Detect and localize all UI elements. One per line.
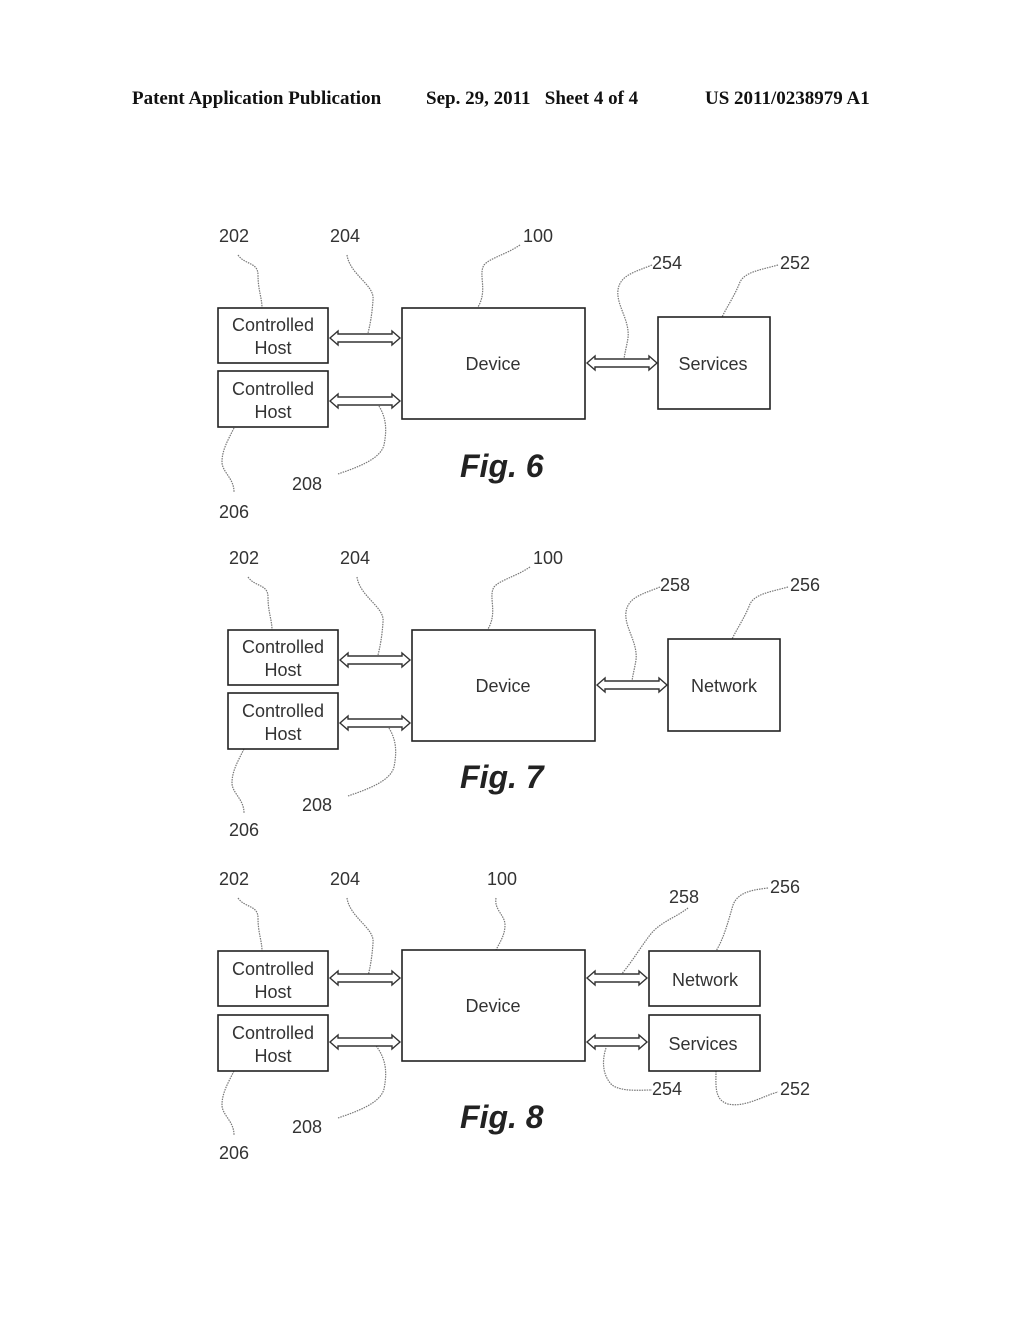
ref-254: 254: [652, 253, 682, 273]
leader-254: [617, 264, 653, 363]
double-arrow-254: [585, 354, 659, 372]
leader-100: [487, 566, 531, 630]
controlled-host-bottom-label-2: Host: [254, 1046, 291, 1066]
ref-204: 204: [330, 226, 360, 246]
leader-256: [731, 586, 789, 640]
controlled-host-top-label-2: Host: [254, 338, 291, 358]
leader-258: [625, 586, 661, 685]
leader-204: [346, 897, 374, 977]
leader-252: [715, 1070, 779, 1106]
device-label: Device: [465, 354, 520, 374]
ref-254: 254: [652, 1079, 682, 1099]
ref-206: 206: [229, 820, 259, 840]
controlled-host-bottom-label-2: Host: [254, 402, 291, 422]
figure-caption: Fig. 8: [460, 1099, 544, 1135]
ref-202: 202: [219, 226, 249, 246]
ref-100: 100: [523, 226, 553, 246]
ref-204: 204: [340, 548, 370, 568]
figure-7: Controlled Host Controlled Host Device N…: [227, 548, 820, 840]
controlled-host-top-label-2: Host: [254, 982, 291, 1002]
ref-202: 202: [229, 548, 259, 568]
services-label: Services: [668, 1034, 737, 1054]
ref-208: 208: [292, 474, 322, 494]
leader-204: [356, 576, 384, 656]
leader-100: [495, 897, 506, 951]
double-arrow-204: [328, 329, 402, 347]
network-label: Network: [672, 970, 739, 990]
controlled-host-bottom-label-2: Host: [264, 724, 301, 744]
ref-258: 258: [669, 887, 699, 907]
controlled-host-bottom-label-1: Controlled: [242, 701, 324, 721]
double-arrow-208: [328, 1033, 402, 1051]
ref-208: 208: [292, 1117, 322, 1137]
controlled-host-bottom-label-1: Controlled: [232, 379, 314, 399]
leader-208: [337, 1041, 387, 1119]
leader-252: [721, 264, 779, 318]
leader-100: [477, 244, 521, 308]
leader-206: [221, 427, 235, 493]
double-arrow-258: [585, 969, 649, 987]
double-arrow-258: [595, 676, 669, 694]
leader-204: [346, 254, 374, 334]
ref-206: 206: [219, 1143, 249, 1163]
figure-6: Controlled Host Controlled Host Device S…: [217, 226, 810, 522]
leader-206: [231, 748, 245, 814]
ref-100: 100: [487, 869, 517, 889]
ref-252: 252: [780, 1079, 810, 1099]
double-arrow-204: [338, 651, 412, 669]
ref-206: 206: [219, 502, 249, 522]
leader-208: [337, 397, 387, 475]
device-label: Device: [465, 996, 520, 1016]
network-label: Network: [691, 676, 758, 696]
leader-202: [247, 576, 273, 631]
double-arrow-204: [328, 969, 402, 987]
controlled-host-top-label-1: Controlled: [232, 959, 314, 979]
ref-256: 256: [790, 575, 820, 595]
services-label: Services: [678, 354, 747, 374]
figure-caption: Fig. 7: [460, 759, 546, 795]
ref-252: 252: [780, 253, 810, 273]
double-arrow-254: [585, 1033, 649, 1051]
figures-canvas: Controlled Host Controlled Host Device S…: [217, 226, 820, 1163]
double-arrow-208: [338, 714, 412, 732]
device-label: Device: [475, 676, 530, 696]
leader-254: [602, 1047, 653, 1091]
double-arrow-208: [328, 392, 402, 410]
ref-256: 256: [770, 877, 800, 897]
controlled-host-top-label-2: Host: [264, 660, 301, 680]
controlled-host-top-label-1: Controlled: [242, 637, 324, 657]
controlled-host-bottom-label-1: Controlled: [232, 1023, 314, 1043]
ref-100: 100: [533, 548, 563, 568]
leader-256: [715, 887, 769, 952]
controlled-host-top-label-1: Controlled: [232, 315, 314, 335]
ref-202: 202: [219, 869, 249, 889]
leader-206: [221, 1070, 235, 1136]
figure-8: Controlled Host Controlled Host Device N…: [217, 869, 810, 1163]
ref-258: 258: [660, 575, 690, 595]
figure-caption: Fig. 6: [460, 448, 544, 484]
leader-202: [237, 254, 263, 309]
leader-202: [237, 897, 263, 952]
ref-208: 208: [302, 795, 332, 815]
ref-204: 204: [330, 869, 360, 889]
leader-208: [347, 719, 397, 797]
